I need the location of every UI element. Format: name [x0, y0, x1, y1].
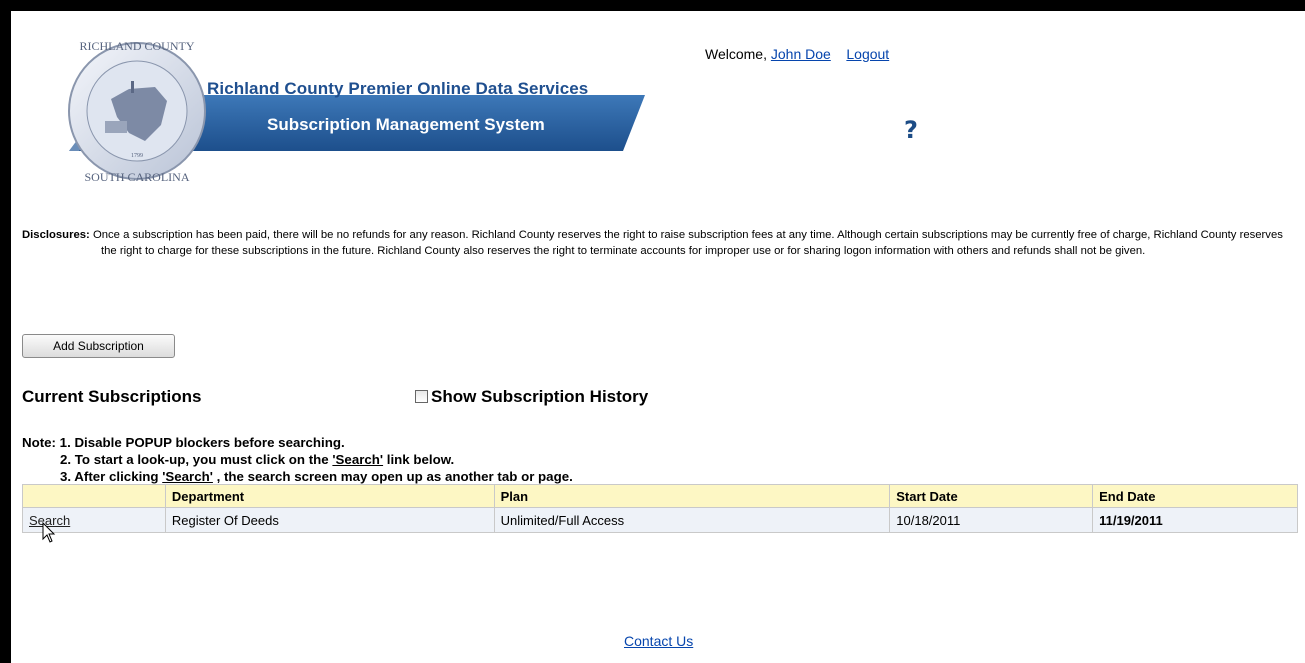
note-line-2-suffix: link below. [383, 452, 455, 467]
banner-subtitle: Subscription Management System [267, 115, 545, 134]
show-history-checkbox[interactable] [415, 390, 428, 403]
seal-bottom-text: SOUTH CAROLINA [85, 170, 190, 184]
table-header-row: Department Plan Start Date End Date [22, 484, 1298, 508]
column-header-action [22, 484, 166, 508]
show-history-label: Show Subscription History [431, 387, 649, 406]
cell-end-date: 11/19/2011 [1092, 507, 1298, 533]
banner-graphic: RICHLAND COUNTY SOUTH CAROLINA 1799 [68, 39, 645, 184]
note-line-3: 3. After clicking 'Search' , the search … [22, 468, 573, 485]
user-name-link[interactable]: John Doe [771, 46, 831, 62]
note-line-3-suffix: , the search screen may open up as anoth… [212, 469, 573, 484]
notes: Note: 1. Disable POPUP blockers before s… [22, 434, 573, 485]
welcome-text: Welcome, [705, 46, 767, 62]
disclosures-label: Disclosures: [22, 229, 90, 241]
header-banner: RICHLAND COUNTY SOUTH CAROLINA 1799 Rich… [51, 21, 651, 201]
question-mark-icon[interactable]: ? [904, 116, 918, 144]
disclosures: Disclosures: Once a subscription has bee… [22, 227, 1298, 259]
cell-plan: Unlimited/Full Access [493, 507, 891, 533]
cell-department: Register Of Deeds [164, 507, 495, 533]
note-line-3-prefix: 3. After clicking [60, 469, 163, 484]
note-line-3-link: 'Search' [162, 469, 213, 484]
current-subscriptions-title: Current Subscriptions [22, 387, 202, 406]
disclosures-text: Once a subscription has been paid, there… [92, 229, 1283, 257]
contact-us-link[interactable]: Contact Us [624, 633, 693, 649]
add-subscription-button[interactable]: Add Subscription [22, 334, 175, 358]
note-line-1: Note: 1. Disable POPUP blockers before s… [22, 435, 345, 450]
cell-start-date: 10/18/2011 [889, 507, 1094, 533]
page: RICHLAND COUNTY SOUTH CAROLINA 1799 Rich… [11, 11, 1305, 663]
column-header-department: Department [164, 484, 495, 508]
mouse-cursor-icon [42, 522, 56, 543]
show-history-toggle[interactable]: Show Subscription History [415, 387, 648, 407]
column-header-start-date: Start Date [889, 484, 1094, 508]
column-header-plan: Plan [493, 484, 891, 508]
seal-top-text: RICHLAND COUNTY [80, 39, 195, 53]
table-row: Search Register Of Deeds Unlimited/Full … [22, 507, 1298, 533]
user-bar: Welcome, John Doe Logout [705, 46, 889, 62]
column-header-end-date: End Date [1092, 484, 1298, 508]
note-line-2-prefix: 2. To start a look-up, you must click on… [60, 452, 333, 467]
banner-title: Richland County Premier Online Data Serv… [207, 79, 589, 98]
note-line-2-link: 'Search' [332, 452, 384, 467]
seal-year: 1799 [131, 153, 143, 159]
subscriptions-table: Department Plan Start Date End Date Sear… [22, 484, 1298, 533]
logout-link[interactable]: Logout [846, 46, 889, 62]
note-line-2: 2. To start a look-up, you must click on… [22, 451, 573, 468]
